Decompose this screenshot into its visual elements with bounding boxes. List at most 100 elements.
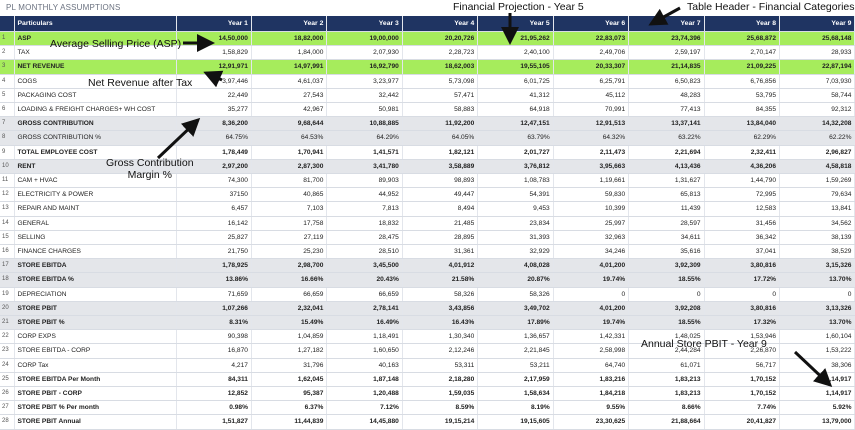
value-cell[interactable]: 1,83,213 [628,372,705,388]
value-cell[interactable]: 4,217 [176,358,252,373]
value-cell[interactable]: 35,616 [628,244,705,260]
value-cell[interactable]: 42,967 [251,102,328,118]
value-cell[interactable]: 2,07,930 [326,45,403,61]
value-cell[interactable]: 3,80,816 [704,301,781,317]
value-cell[interactable]: 22,87,194 [779,59,855,75]
value-cell[interactable]: 13.70% [779,272,855,288]
value-cell[interactable]: 3,49,702 [477,301,554,317]
value-cell[interactable]: 71,659 [176,287,252,302]
value-cell[interactable]: 2,01,727 [477,145,554,160]
value-cell[interactable]: 27,119 [251,230,328,246]
value-cell[interactable]: 1,59,035 [402,386,479,402]
value-cell[interactable]: 22,449 [176,88,252,104]
value-cell[interactable]: 20,41,827 [704,414,781,430]
value-cell[interactable]: 1,70,152 [704,372,781,388]
value-cell[interactable]: 1,42,331 [553,329,630,345]
value-cell[interactable]: 64.75% [176,130,252,146]
value-cell[interactable]: 66,659 [326,287,403,302]
value-cell[interactable]: 8,36,200 [176,116,252,132]
value-cell[interactable]: 56,717 [704,358,781,373]
value-cell[interactable]: 31,393 [477,230,554,246]
value-cell[interactable]: 58,326 [402,287,479,302]
row-label[interactable]: NET REVENUE [14,59,177,75]
row-label[interactable]: STORE EBITDA Per Month [14,372,177,388]
value-cell[interactable]: 77,413 [628,102,705,118]
value-cell[interactable]: 31,456 [704,216,781,231]
value-cell[interactable]: 3,92,208 [628,301,705,317]
value-cell[interactable]: 95,387 [251,386,328,402]
row-label[interactable]: GENERAL [14,216,177,231]
value-cell[interactable]: 20.87% [477,272,554,288]
row-label[interactable]: STORE EBITDA - CORP [14,343,177,359]
value-cell[interactable]: 28,510 [326,244,403,260]
value-cell[interactable]: 81,700 [251,173,328,189]
value-cell[interactable]: 2,17,959 [477,372,554,388]
value-cell[interactable]: 66,659 [251,287,328,302]
value-cell[interactable]: 19.74% [553,315,630,331]
value-cell[interactable]: 7.12% [326,400,403,416]
row-label[interactable]: STORE PBIT [14,301,177,317]
value-cell[interactable]: 4,01,200 [553,258,630,274]
value-cell[interactable]: 53,311 [402,358,479,373]
value-cell[interactable]: 28,933 [779,45,855,61]
value-cell[interactable]: 1,58,634 [477,386,554,402]
value-cell[interactable]: 54,391 [477,187,554,203]
value-cell[interactable]: 8.19% [477,400,554,416]
value-cell[interactable]: 13,84,040 [704,116,781,132]
value-cell[interactable]: 53,211 [477,358,554,373]
value-cell[interactable]: 2,96,827 [779,145,855,160]
value-cell[interactable]: 1,14,917 [779,386,855,402]
value-cell[interactable]: 18,82,000 [251,31,328,47]
value-cell[interactable]: 4,08,028 [477,258,554,274]
value-cell[interactable]: 1,53,222 [779,343,855,359]
value-cell[interactable]: 18,832 [326,216,403,231]
value-cell[interactable]: 61,071 [628,358,705,373]
value-cell[interactable]: 1,70,152 [704,386,781,402]
value-cell[interactable]: 0.98% [176,400,252,416]
value-cell[interactable]: 64.53% [251,130,328,146]
value-cell[interactable]: 16,92,790 [326,59,403,75]
value-cell[interactable]: 1,14,917 [779,372,855,388]
value-cell[interactable]: 2,70,147 [704,45,781,61]
value-cell[interactable]: 11,44,839 [251,414,328,430]
value-cell[interactable]: 9,68,644 [251,116,328,132]
particulars-header[interactable]: Particulars [14,16,177,32]
value-cell[interactable]: 25,997 [553,216,630,231]
value-cell[interactable]: 0 [779,287,855,302]
value-cell[interactable]: 21,750 [176,244,252,260]
value-cell[interactable]: 19.74% [553,272,630,288]
value-cell[interactable]: 4,61,037 [251,74,328,89]
year-header[interactable]: Year 5 [477,16,554,32]
value-cell[interactable]: 1,51,827 [176,414,252,430]
value-cell[interactable]: 23,74,396 [628,31,705,47]
value-cell[interactable]: 3,15,326 [779,258,855,274]
row-label[interactable]: STORE PBIT % [14,315,177,331]
value-cell[interactable]: 8,494 [402,201,479,217]
value-cell[interactable]: 19,00,000 [326,31,403,47]
value-cell[interactable]: 16,870 [176,343,252,359]
row-label[interactable]: DEPRECIATION [14,287,177,302]
value-cell[interactable]: 34,611 [628,230,705,246]
value-cell[interactable]: 37,041 [704,244,781,260]
value-cell[interactable]: 9.55% [553,400,630,416]
value-cell[interactable]: 12,91,971 [176,59,252,75]
value-cell[interactable]: 16.49% [326,315,403,331]
value-cell[interactable]: 11,439 [628,201,705,217]
value-cell[interactable]: 16.66% [251,272,328,288]
value-cell[interactable]: 6.37% [251,400,328,416]
value-cell[interactable]: 12,852 [176,386,252,402]
value-cell[interactable]: 1,78,925 [176,258,252,274]
value-cell[interactable]: 64.29% [326,130,403,146]
value-cell[interactable]: 2,11,473 [553,145,630,160]
value-cell[interactable]: 1,70,941 [251,145,328,160]
row-label[interactable]: PACKAGING COST [14,88,177,104]
value-cell[interactable]: 6,457 [176,201,252,217]
row-label[interactable]: STORE PBIT % Per month [14,400,177,416]
value-cell[interactable]: 2,32,411 [704,145,781,160]
value-cell[interactable]: 5.92% [779,400,855,416]
value-cell[interactable]: 31,796 [251,358,328,373]
value-cell[interactable]: 89,903 [326,173,403,189]
value-cell[interactable]: 3,43,856 [402,301,479,317]
value-cell[interactable]: 1,62,045 [251,372,328,388]
value-cell[interactable]: 84,355 [704,102,781,118]
